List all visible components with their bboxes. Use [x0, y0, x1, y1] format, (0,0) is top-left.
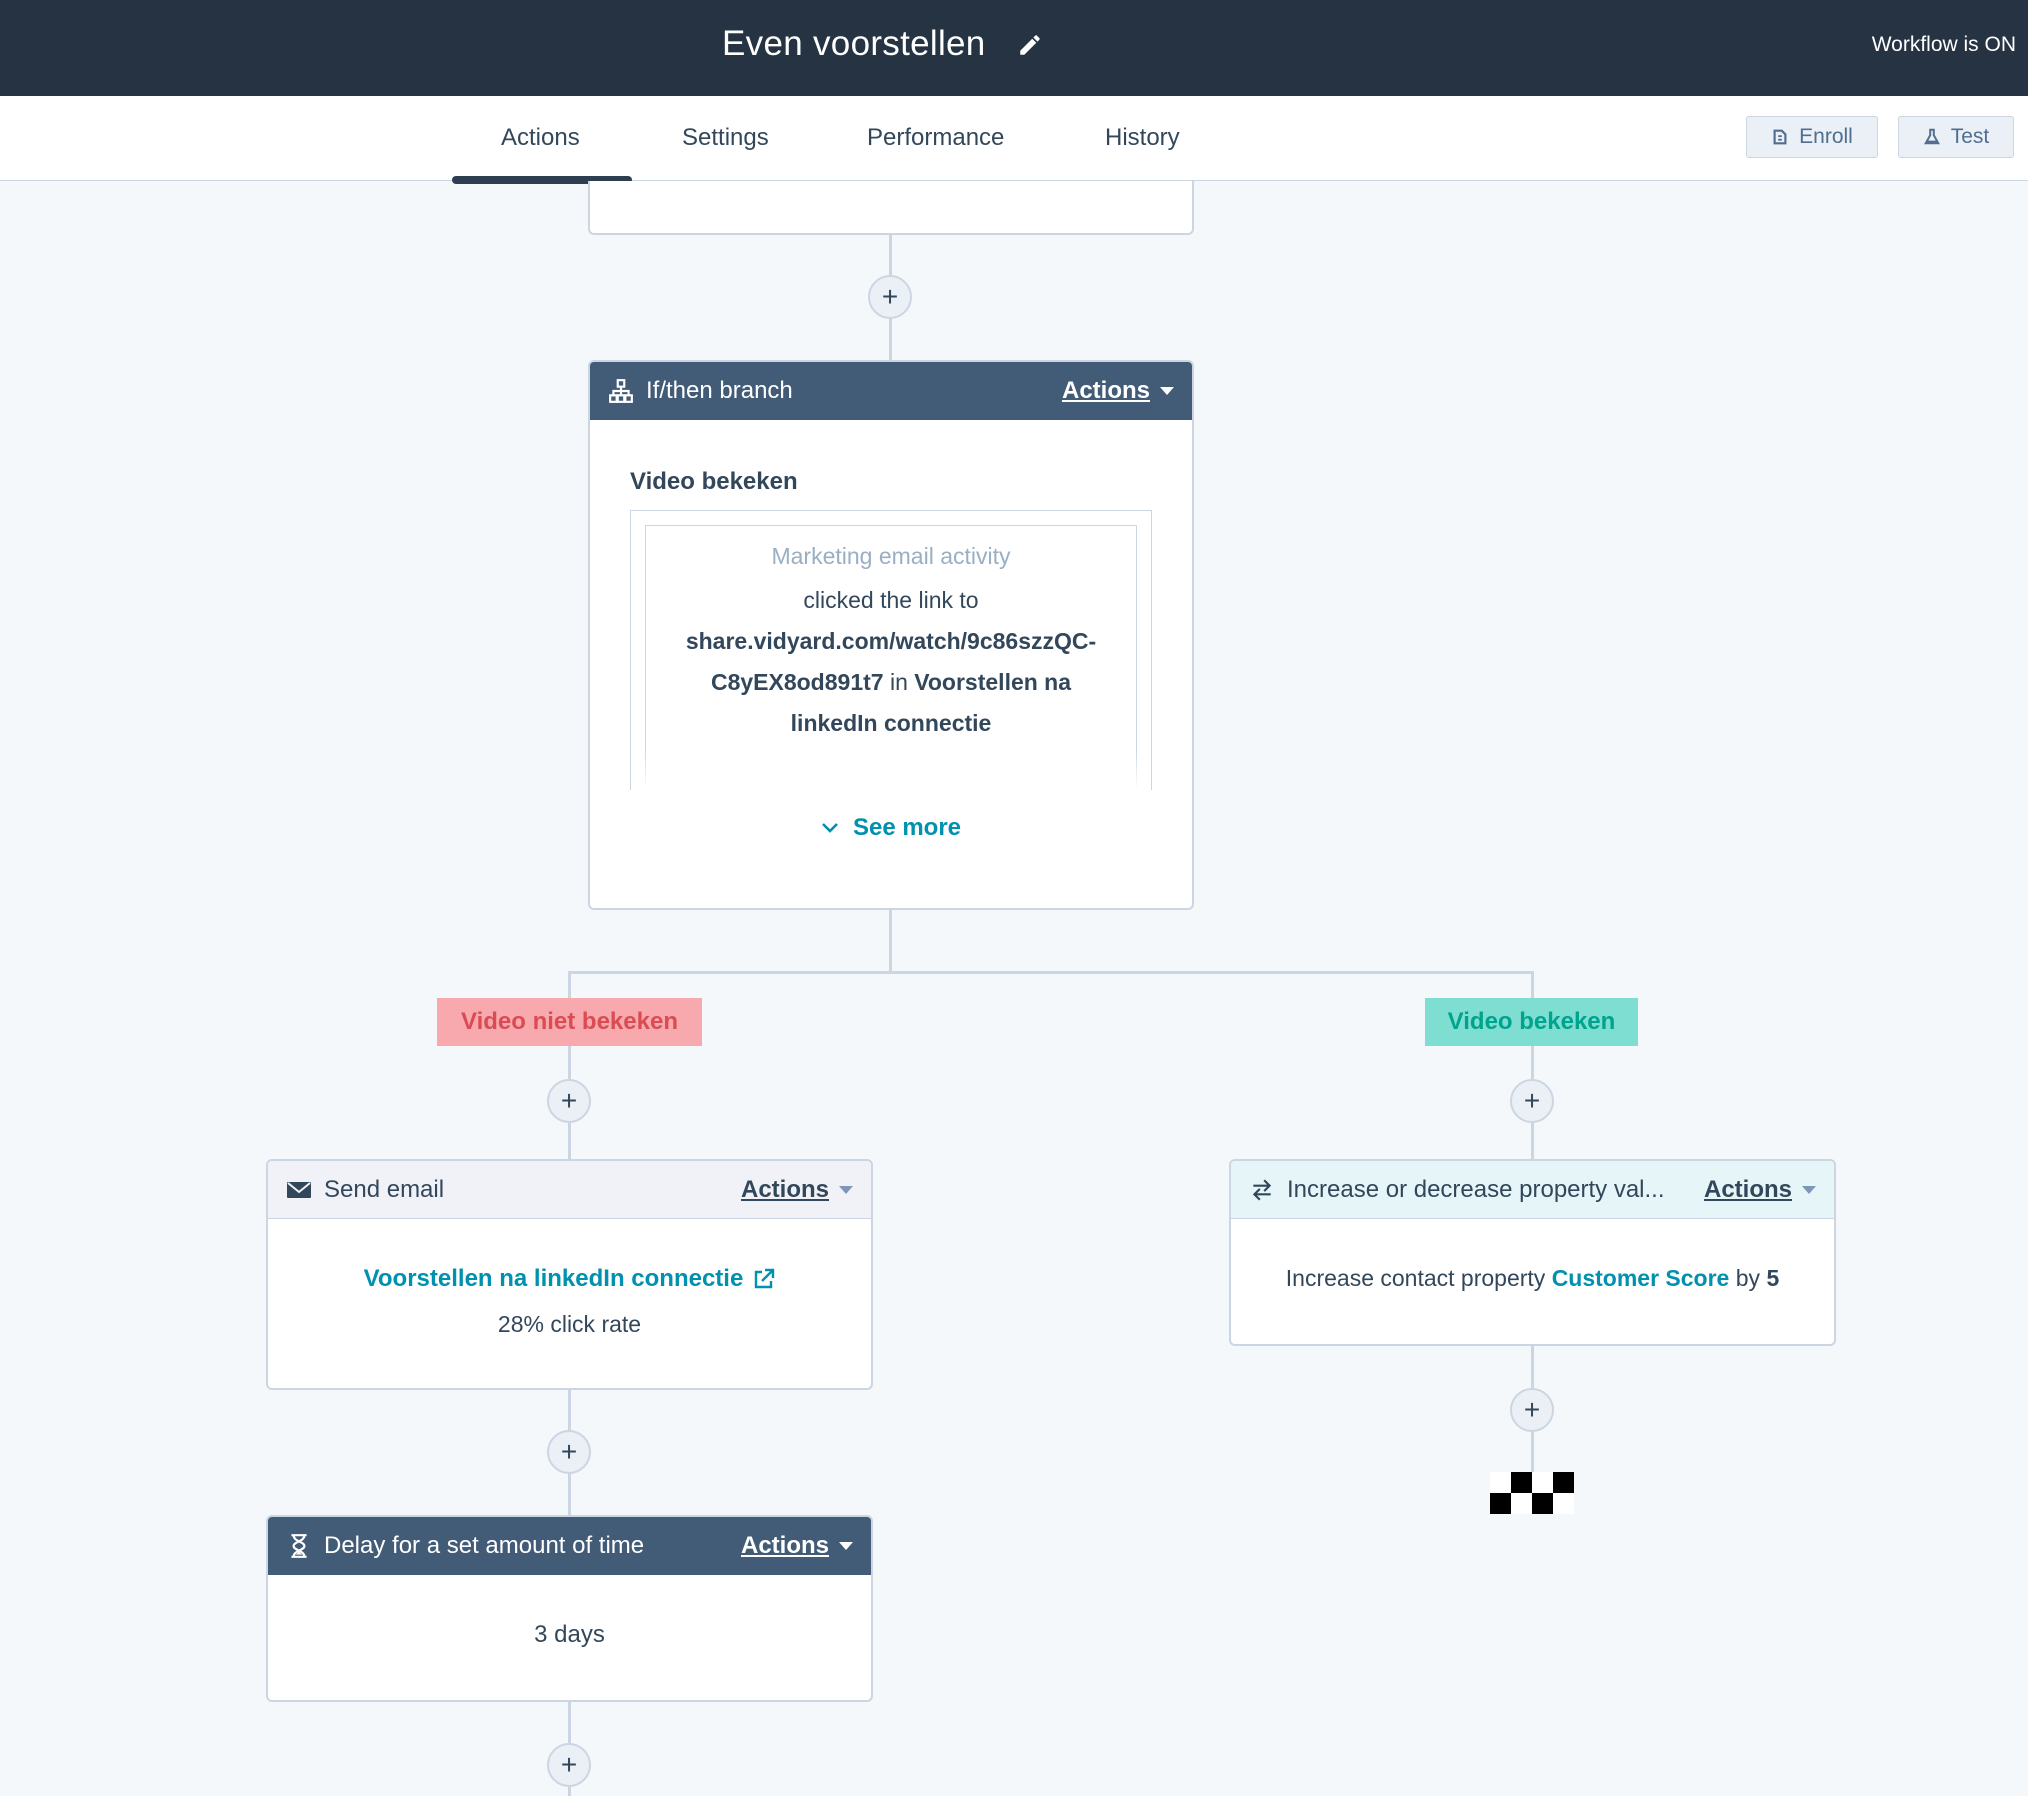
delay-duration: 3 days — [534, 1621, 605, 1648]
property-name-link[interactable]: Customer Score — [1552, 1265, 1730, 1291]
plus-icon: + — [560, 1085, 578, 1116]
branch-split-line — [568, 971, 1534, 974]
property-text-prefix: Increase contact property — [1285, 1265, 1546, 1291]
branch-actions-dropdown[interactable]: Actions — [1062, 377, 1174, 405]
finish-flag-icon — [1490, 1472, 1574, 1514]
enroll-icon — [1773, 129, 1787, 145]
add-action-button[interactable]: + — [868, 275, 912, 319]
filter-in: in — [889, 669, 908, 695]
property-text-by: by — [1735, 1265, 1761, 1291]
send-email-card[interactable]: Send email Actions Voorstellen na linked… — [266, 1159, 873, 1390]
if-then-branch-card[interactable]: If/then branch Actions Video bekeken Mar… — [588, 360, 1194, 910]
filter-link-cont: C8yEX8od891t7 — [710, 669, 884, 695]
see-more-link[interactable]: See more — [590, 814, 1192, 842]
email-link[interactable]: Voorstellen na linkedIn connectie — [268, 1265, 871, 1293]
filter-email-name-cont: linkedIn connectie — [790, 710, 992, 736]
external-link-icon — [755, 1268, 775, 1289]
actions-label: Actions — [1703, 1175, 1792, 1203]
plus-icon: + — [881, 281, 899, 312]
property-actions-dropdown[interactable]: Actions — [1704, 1176, 1816, 1204]
send-email-actions-dropdown[interactable]: Actions — [741, 1176, 853, 1204]
branch-label-yes: Video bekeken — [1425, 998, 1638, 1046]
envelope-icon — [287, 1181, 311, 1198]
workflow-header: Even voorstellen Workflow is ON — [0, 0, 2028, 96]
filter-email-name: Voorstellen na — [914, 669, 1072, 695]
plus-icon: + — [560, 1436, 578, 1467]
tab-actions[interactable]: Actions — [501, 124, 580, 152]
filter-link: share.vidyard.com/watch/9c86szzQC- — [685, 628, 1097, 654]
send-email-title: Send email — [324, 1175, 445, 1203]
workflow-status[interactable]: Workflow is ON — [1872, 33, 2016, 57]
tab-settings[interactable]: Settings — [682, 124, 769, 152]
branch-label-no: Video niet bekeken — [437, 998, 702, 1046]
plus-icon: + — [1523, 1394, 1541, 1425]
caret-down-icon — [839, 1185, 853, 1194]
tab-performance[interactable]: Performance — [867, 124, 1004, 152]
enroll-button[interactable]: Enroll — [1746, 116, 1878, 158]
hourglass-icon — [291, 1534, 307, 1558]
swap-arrows-icon — [1252, 1178, 1272, 1201]
tab-history[interactable]: History — [1105, 124, 1180, 152]
branch-icon — [609, 379, 633, 403]
property-card-title: Increase or decrease property val... — [1287, 1175, 1665, 1203]
send-email-header: Send email Actions — [268, 1161, 871, 1219]
property-card[interactable]: Increase or decrease property val... Act… — [1229, 1159, 1836, 1346]
chevron-down-icon — [822, 823, 838, 833]
delay-actions-dropdown[interactable]: Actions — [741, 1532, 853, 1560]
test-button[interactable]: Test — [1898, 116, 2014, 158]
tab-bar — [0, 96, 2028, 181]
see-more-label: See more — [852, 814, 962, 841]
previous-action-card[interactable] — [588, 181, 1194, 235]
actions-label: Actions — [740, 1175, 829, 1203]
delay-card[interactable]: Delay for a set amount of time Actions 3… — [266, 1515, 873, 1702]
pencil-icon[interactable] — [1017, 32, 1043, 58]
actions-label: Actions — [1061, 377, 1150, 404]
branch-card-header: If/then branch Actions — [590, 362, 1192, 420]
plus-icon: + — [560, 1749, 578, 1780]
delay-card-title: Delay for a set amount of time — [324, 1532, 645, 1559]
actions-label: Actions — [740, 1532, 829, 1559]
workflow-title[interactable]: Even voorstellen — [722, 24, 986, 64]
email-name: Voorstellen na linkedIn connectie — [363, 1265, 744, 1292]
connector-line — [889, 910, 892, 974]
filter-text: clicked the link to — [803, 587, 979, 613]
add-action-button-left-2[interactable]: + — [547, 1430, 591, 1474]
plus-icon: + — [1523, 1085, 1541, 1116]
add-action-button-left-3[interactable]: + — [547, 1743, 591, 1787]
flask-icon — [1923, 128, 1940, 145]
filter-outer-box: Marketing email activity clicked the lin… — [630, 510, 1152, 790]
test-label: Test — [1950, 125, 1990, 148]
property-amount: 5 — [1766, 1265, 1780, 1291]
caret-down-icon — [839, 1542, 853, 1550]
enroll-label: Enroll — [1799, 125, 1853, 148]
add-action-button-right[interactable]: + — [1510, 1079, 1554, 1123]
add-action-button-left[interactable]: + — [547, 1079, 591, 1123]
filter-category: Marketing email activity — [771, 543, 1011, 569]
property-card-header: Increase or decrease property val... Act… — [1231, 1161, 1834, 1219]
branch-card-title: If/then branch — [646, 377, 793, 404]
branch-condition-title: Video bekeken — [630, 468, 798, 495]
fade-overlay — [631, 750, 1151, 790]
caret-down-icon — [1160, 387, 1174, 395]
add-action-button-end[interactable]: + — [1510, 1388, 1554, 1432]
delay-card-header: Delay for a set amount of time Actions — [268, 1517, 871, 1575]
caret-down-icon — [1802, 1185, 1816, 1194]
click-rate: 28% click rate — [497, 1311, 642, 1337]
property-description: Increase contact property Customer Score… — [1231, 1265, 1834, 1292]
